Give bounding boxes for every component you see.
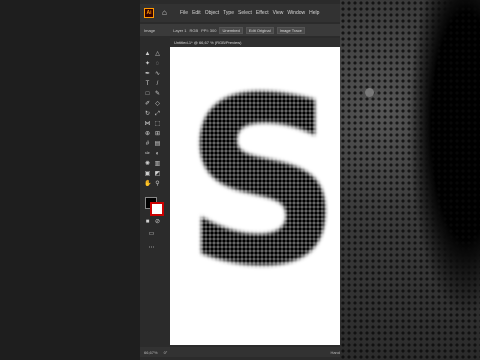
- blurred-dot: [365, 88, 374, 97]
- blend-tool-icon[interactable]: ◐: [154, 151, 161, 158]
- document-title: Untitled-1* @ 66,67 % (RGB/Preview): [174, 40, 242, 45]
- menu-bar: Ai ⌂ File Edit Object Type Select Effect…: [140, 4, 340, 22]
- menu-type[interactable]: Type: [223, 10, 234, 16]
- app-logo-icon: Ai: [144, 8, 154, 18]
- artboard-tool-icon[interactable]: ▣: [144, 171, 151, 178]
- more-tools-icon[interactable]: ⋯: [148, 245, 155, 252]
- magic-wand-icon[interactable]: ✦: [144, 61, 151, 68]
- unembed-button[interactable]: Unembed: [219, 26, 243, 34]
- gradient-tool-icon[interactable]: ▤: [154, 141, 161, 148]
- toolbar: ▲ △ ✦ ◌ ✒ ∿ T / □ ✎ ✐ ◇ ↻ ⤢ ⋈ ⬚ ⊕ ⊞ # ▤ …: [140, 47, 168, 347]
- menu-select[interactable]: Select: [238, 10, 252, 16]
- scale-tool-icon[interactable]: ⤢: [154, 111, 161, 118]
- color-mode-icon[interactable]: ■: [144, 219, 151, 226]
- artboard-canvas[interactable]: S: [170, 47, 340, 345]
- symbol-sprayer-icon[interactable]: ✺: [144, 161, 151, 168]
- screen-mode-icon[interactable]: ▭: [148, 231, 155, 238]
- lasso-icon[interactable]: ◌: [154, 61, 161, 68]
- type-tool-icon[interactable]: T: [144, 81, 151, 88]
- selection-type-label: Image: [144, 27, 156, 33]
- blurred-background-right: [340, 0, 480, 360]
- zoom-tool-icon[interactable]: ⚲: [154, 181, 161, 188]
- zoom-level[interactable]: 66,67%: [144, 350, 158, 355]
- eraser-icon[interactable]: ◇: [154, 101, 161, 108]
- menu-effect[interactable]: Effect: [256, 10, 269, 16]
- control-bar: Image Layer 1 RGB PPI: 300 Unembed Edit …: [140, 24, 340, 36]
- perspective-grid-icon[interactable]: ⊞: [154, 131, 161, 138]
- rotation-angle[interactable]: 0°: [164, 350, 168, 355]
- shape-builder-icon[interactable]: ⊕: [144, 131, 151, 138]
- menu-window[interactable]: Window: [287, 10, 305, 16]
- layer-label: Layer 1: [173, 27, 187, 33]
- rotate-tool-icon[interactable]: ↻: [144, 111, 151, 118]
- colorspace-label: RGB: [189, 27, 199, 33]
- paintbrush-icon[interactable]: ✎: [154, 91, 161, 98]
- mesh-tool-icon[interactable]: #: [144, 141, 151, 148]
- menu-object[interactable]: Object: [205, 10, 219, 16]
- free-transform-icon[interactable]: ⬚: [154, 121, 161, 128]
- ppi-label: PPI: 300: [201, 27, 217, 33]
- eyedropper-icon[interactable]: ✑: [144, 151, 151, 158]
- none-mode-icon[interactable]: ⊘: [154, 219, 161, 226]
- hand-tool-icon[interactable]: ✋: [144, 181, 151, 188]
- stroke-swatch[interactable]: [150, 202, 164, 216]
- menu-file[interactable]: File: [180, 10, 188, 16]
- direct-selection-tool-icon[interactable]: △: [154, 51, 161, 58]
- selection-tool-icon[interactable]: ▲: [144, 51, 151, 58]
- document-tab[interactable]: Untitled-1* @ 66,67 % (RGB/Preview): [170, 38, 340, 47]
- status-bar: 66,67% 0° Hand: [140, 347, 340, 357]
- blurred-background-left: [0, 0, 140, 360]
- width-tool-icon[interactable]: ⋈: [144, 121, 151, 128]
- halftone-pattern: [170, 47, 340, 345]
- illustrator-window: Ai ⌂ File Edit Object Type Select Effect…: [140, 0, 340, 360]
- shaper-tool-icon[interactable]: ✐: [144, 101, 151, 108]
- line-tool-icon[interactable]: /: [154, 81, 161, 88]
- graph-tool-icon[interactable]: ▥: [154, 161, 161, 168]
- curvature-tool-icon[interactable]: ∿: [154, 71, 161, 78]
- image-trace-button[interactable]: Image Trace: [276, 26, 305, 34]
- edit-original-button[interactable]: Edit Original: [245, 26, 274, 34]
- menu-help[interactable]: Help: [309, 10, 319, 16]
- menu-edit[interactable]: Edit: [192, 10, 201, 16]
- home-icon[interactable]: ⌂: [162, 9, 172, 17]
- slice-tool-icon[interactable]: ◩: [154, 171, 161, 178]
- pen-tool-icon[interactable]: ✒: [144, 71, 151, 78]
- menu-view[interactable]: View: [273, 10, 284, 16]
- current-tool-label: Hand: [330, 349, 340, 355]
- highlight-dot: [320, 139, 327, 146]
- rectangle-tool-icon[interactable]: □: [144, 91, 151, 98]
